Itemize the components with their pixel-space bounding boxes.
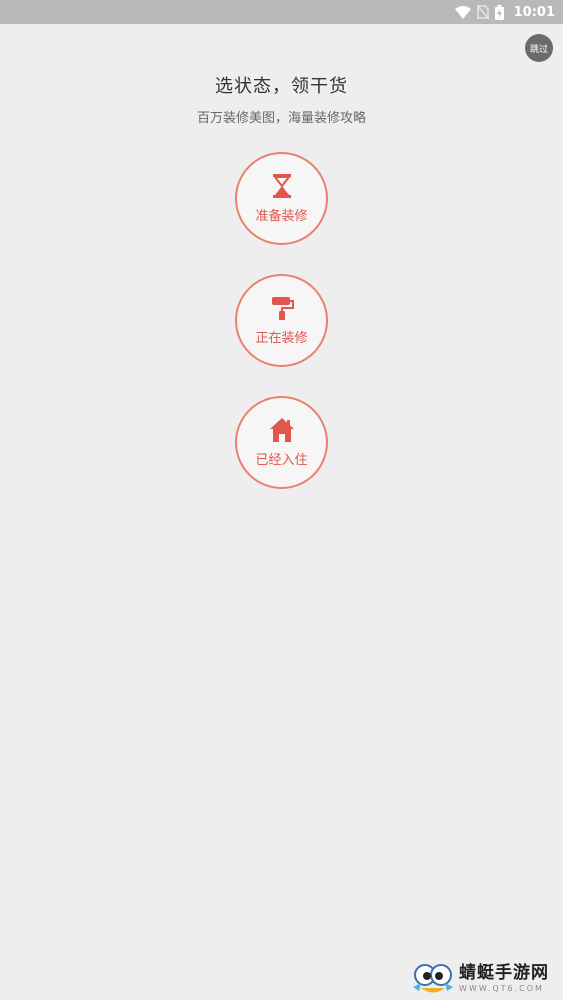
option-label: 正在装修 bbox=[255, 331, 308, 346]
skip-button[interactable]: 跳过 bbox=[525, 34, 553, 62]
option-preparing-renovation[interactable]: 准备装修 bbox=[235, 152, 328, 245]
clock: 10:01 bbox=[513, 4, 555, 20]
page-subtitle: 百万装修美图，海量装修攻略 bbox=[196, 111, 366, 126]
option-renovating[interactable]: 正在装修 bbox=[235, 274, 328, 367]
option-label: 已经入住 bbox=[255, 453, 308, 468]
wifi-icon bbox=[454, 5, 471, 19]
dragonfly-logo-icon bbox=[413, 964, 453, 993]
page-title: 选状态，领干货 bbox=[215, 76, 348, 97]
no-sim-icon bbox=[476, 5, 489, 19]
watermark: 蜻蜓手游网 WWW.QT6.COM bbox=[411, 960, 559, 998]
paint-roller-icon bbox=[271, 297, 294, 320]
battery-charging-icon bbox=[494, 4, 504, 20]
house-icon bbox=[269, 418, 294, 442]
status-bar: 10:01 bbox=[0, 0, 563, 24]
watermark-url: WWW.QT6.COM bbox=[459, 984, 544, 993]
hourglass-icon bbox=[272, 174, 291, 198]
option-label: 准备装修 bbox=[255, 209, 308, 224]
option-moved-in[interactable]: 已经入住 bbox=[235, 396, 328, 489]
watermark-name: 蜻蜓手游网 bbox=[459, 963, 549, 983]
